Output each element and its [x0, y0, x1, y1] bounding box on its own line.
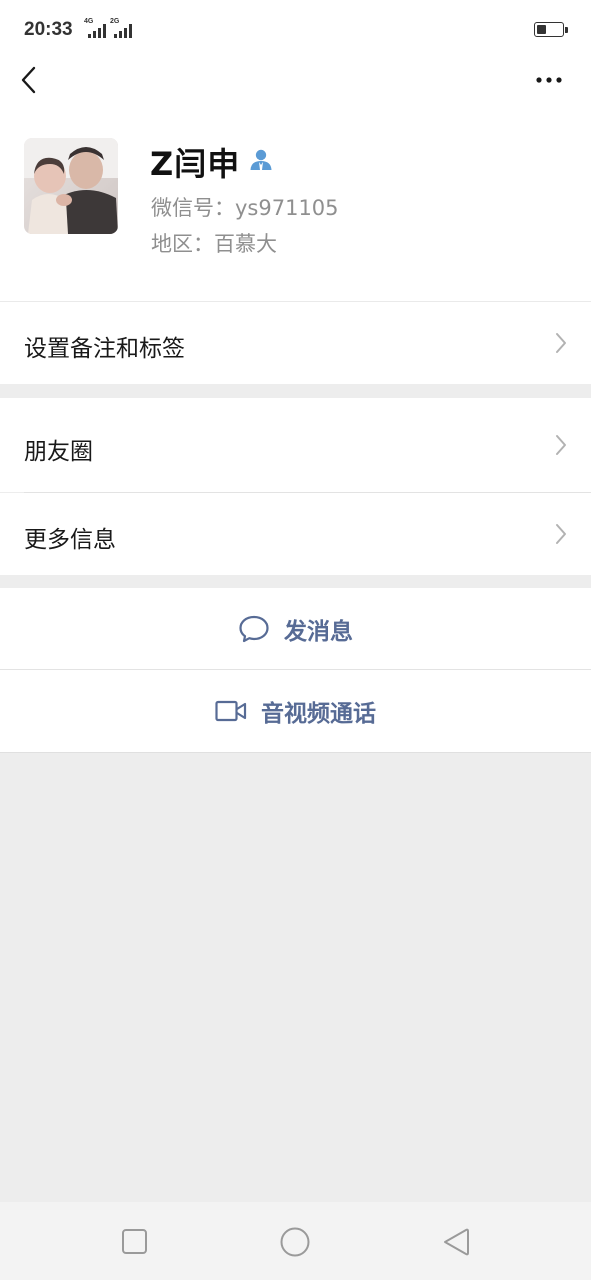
chat-bubble-icon [239, 615, 269, 642]
nav-bar [0, 58, 591, 104]
chevron-right-icon [556, 333, 566, 353]
chevron-right-icon [556, 435, 566, 455]
home-button[interactable] [279, 1226, 311, 1258]
back-button[interactable] [16, 64, 46, 96]
system-nav-bar [0, 1202, 591, 1280]
more-info-cell[interactable]: 更多信息 [0, 493, 591, 575]
region: 地区：百慕大 [151, 232, 277, 256]
wechat-id: 微信号：ys971105 [151, 196, 339, 220]
remark-tags-label: 设置备注和标签 [24, 336, 185, 362]
video-call-label: 音视频通话 [261, 701, 376, 727]
back-nav-button[interactable] [441, 1227, 471, 1257]
contact-name: Z闫申 [150, 145, 241, 183]
send-message-label: 发消息 [284, 618, 353, 645]
more-info-label: 更多信息 [24, 527, 116, 553]
remark-tags-cell[interactable]: 设置备注和标签 [0, 302, 591, 384]
battery-icon [534, 22, 568, 37]
more-button[interactable] [530, 66, 570, 96]
moments-label: 朋友圈 [24, 439, 93, 465]
profile-header: Z闫申 微信号：ys971105 地区：百慕大 [0, 104, 591, 301]
avatar-photo [24, 138, 118, 234]
send-message-button[interactable]: 发消息 [0, 588, 591, 669]
moments-cell[interactable]: 朋友圈 [0, 398, 591, 492]
signal-4g-icon: 4G [84, 18, 106, 38]
ellipsis-icon [536, 77, 562, 83]
signal-2g-icon: 2G [110, 18, 132, 38]
name-row: Z闫申 [150, 142, 274, 183]
status-time: 20:33 [24, 19, 73, 40]
recent-apps-button[interactable] [121, 1228, 149, 1256]
divider [0, 752, 591, 753]
battery-level [537, 25, 547, 34]
person-icon [250, 149, 272, 170]
chevron-right-icon [556, 524, 566, 544]
avatar[interactable] [24, 138, 118, 234]
chevron-left-icon [21, 66, 36, 94]
video-call-button[interactable]: 音视频通话 [0, 670, 591, 752]
video-camera-icon [215, 700, 247, 722]
status-bar: 20:33 4G 2G [0, 0, 591, 58]
